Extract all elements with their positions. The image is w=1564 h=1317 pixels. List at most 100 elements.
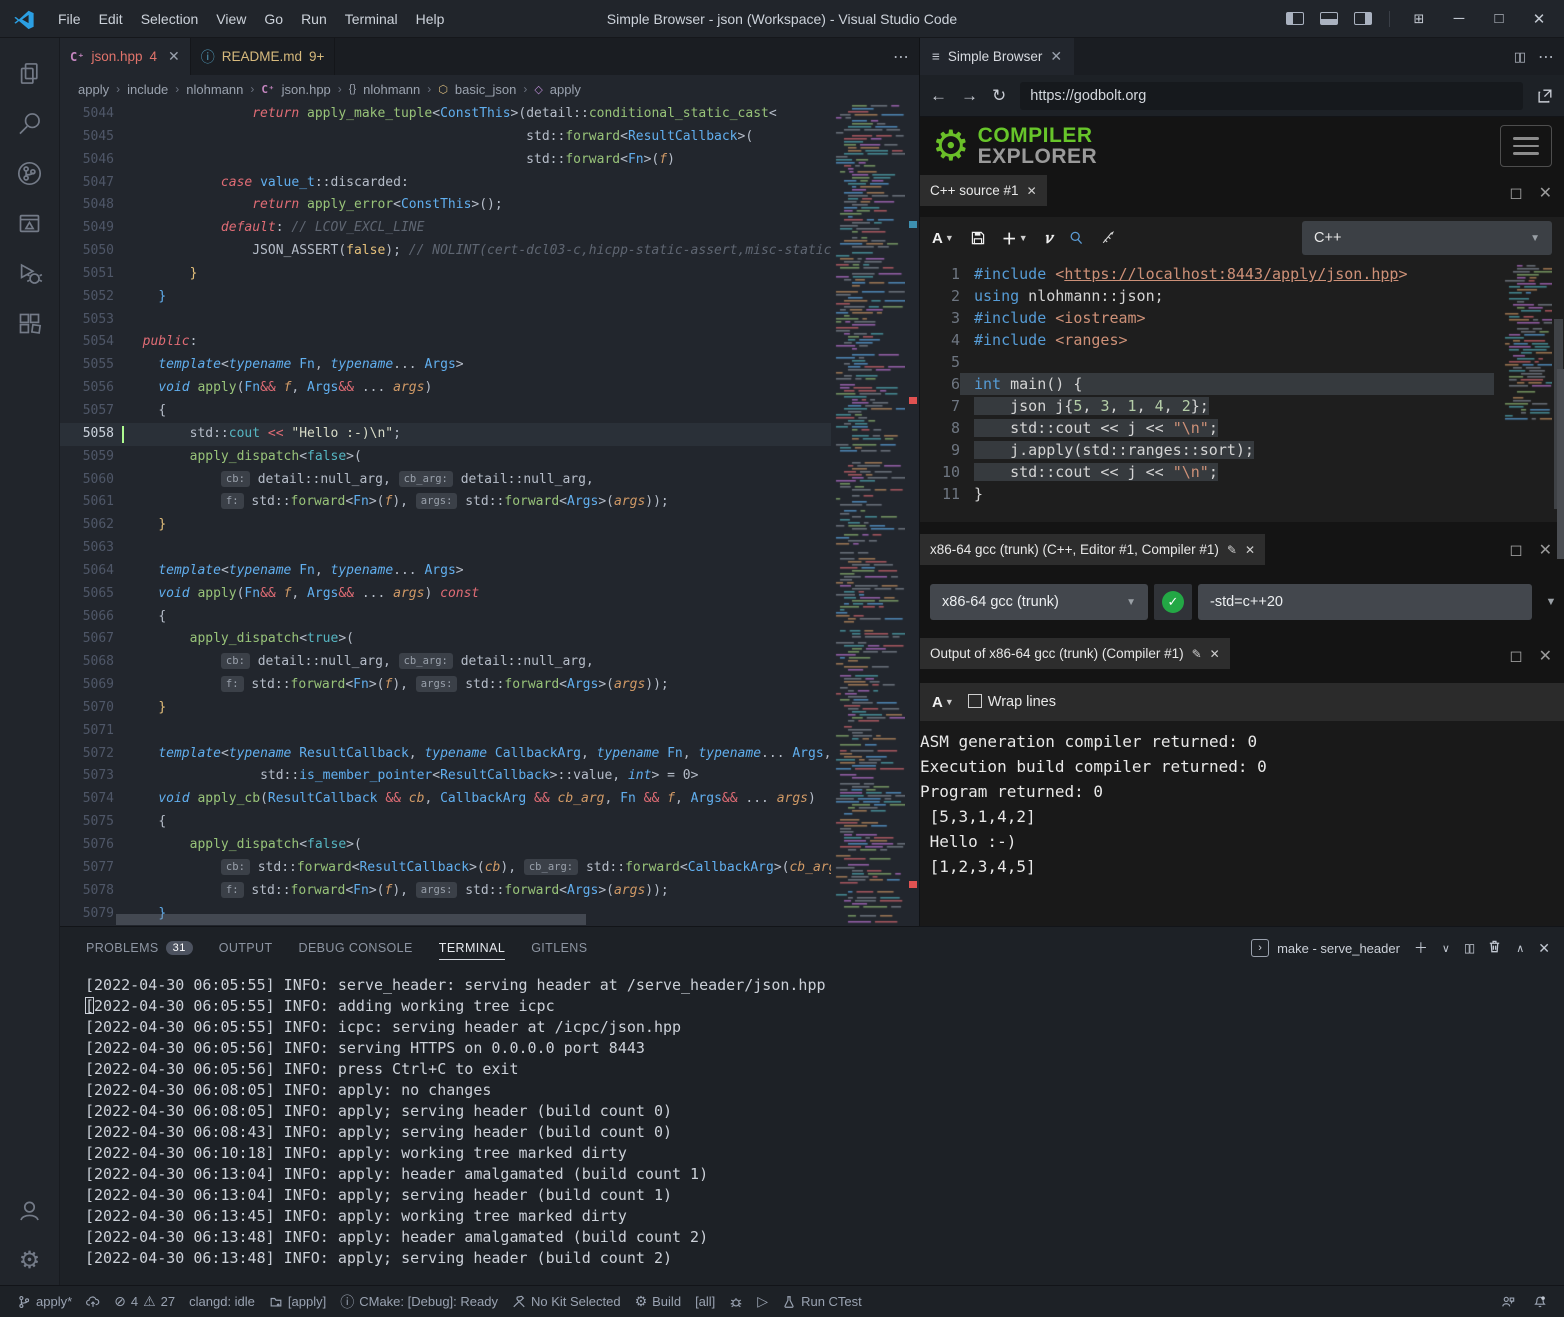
minimap[interactable]	[833, 103, 905, 925]
cmake-project-item[interactable]: [apply]	[262, 1286, 333, 1317]
godbolt-source-editor[interactable]: 1#include <https://localhost:8443/apply/…	[920, 259, 1564, 522]
code-line[interactable]: 5044 return apply_make_tuple<ConstThis>(…	[60, 103, 831, 126]
terminal-output[interactable]: [2022-04-30 06:05:55] INFO: serve_header…	[60, 969, 1564, 1285]
clangd-status[interactable]: clangd: idle	[182, 1286, 262, 1317]
toggle-secondary-sidebar-icon[interactable]	[1354, 12, 1372, 25]
compiler-pane-tab[interactable]: x86-64 gcc (trunk) (C++, Editor #1, Comp…	[920, 534, 1265, 565]
code-line[interactable]: 5062 }	[60, 514, 831, 537]
reload-icon[interactable]: ↻	[992, 86, 1006, 106]
rename-pane-icon[interactable]: ✎	[1192, 647, 1202, 661]
code-line[interactable]: 5	[920, 351, 1494, 373]
minimize-icon[interactable]: ─	[1442, 4, 1476, 34]
code-line[interactable]: 5063	[60, 537, 831, 560]
panel-triangle-icon[interactable]	[6, 198, 54, 248]
search-code-icon[interactable]	[1068, 230, 1084, 246]
tab-readme-md[interactable]: ⓘ README.md 9+	[191, 38, 336, 75]
ctest-item[interactable]: Run CTest	[775, 1286, 869, 1317]
font-size-icon[interactable]: A▼	[932, 694, 954, 711]
code-line[interactable]: 5049 default: // LCOV_EXCL_LINE	[60, 217, 831, 240]
tab-debug-console[interactable]: DEBUG CONSOLE	[289, 927, 423, 969]
code-line[interactable]: 8 std::cout << j << "\n";	[920, 417, 1494, 439]
close-pane-icon[interactable]: ✕	[1539, 646, 1552, 666]
extensions-icon[interactable]	[6, 298, 54, 348]
terminal-dropdown-icon[interactable]: ∨	[1442, 942, 1450, 955]
breadcrumb-item[interactable]: apply	[78, 82, 109, 97]
menu-go[interactable]: Go	[255, 0, 292, 38]
close-pane-icon[interactable]: ✕	[1027, 184, 1037, 198]
source-pane-tab[interactable]: C++ source #1 ✕	[920, 175, 1047, 206]
code-line[interactable]: 5069 f: std::forward<Fn>(f), args: std::…	[60, 674, 831, 697]
code-line[interactable]: 2using nlohmann::json;	[920, 285, 1494, 307]
code-line[interactable]: 5061 f: std::forward<Fn>(f), args: std::…	[60, 491, 831, 514]
editor-actions-more-icon[interactable]: ⋯	[893, 47, 909, 67]
tab-problems[interactable]: PROBLEMS31	[76, 927, 203, 969]
code-line[interactable]: 5065 void apply(Fn&& f, Args&& ... args)…	[60, 583, 831, 606]
maximize-pane-icon[interactable]: ◻	[1509, 540, 1522, 560]
close-pane-icon[interactable]: ✕	[1245, 543, 1255, 557]
terminal-instance[interactable]: › make - serve_header	[1251, 939, 1400, 957]
maximize-panel-icon[interactable]: ∧	[1516, 942, 1524, 955]
code-line[interactable]: 1#include <https://localhost:8443/apply/…	[920, 263, 1494, 285]
customize-layout-icon[interactable]: ⊞	[1402, 4, 1436, 34]
options-dropdown-icon[interactable]: ▼	[1538, 596, 1564, 608]
tab-terminal[interactable]: TERMINAL	[429, 927, 515, 969]
breadcrumb-item[interactable]: basic_json	[455, 82, 516, 97]
code-line[interactable]: 5064 template<typename Fn, typename... A…	[60, 560, 831, 583]
toggle-sidebar-icon[interactable]	[1286, 12, 1304, 25]
maximize-icon[interactable]: □	[1482, 4, 1516, 34]
run-debug-icon[interactable]	[6, 248, 54, 298]
publish-item[interactable]	[79, 1286, 107, 1317]
forward-icon[interactable]: →	[961, 86, 978, 106]
breadcrumb-item[interactable]: nlohmann	[186, 82, 243, 97]
code-line[interactable]: 5050 JSON_ASSERT(false); // NOLINT(cert-…	[60, 240, 831, 263]
code-line[interactable]: 5074 void apply_cb(ResultCallback && cb,…	[60, 788, 831, 811]
menu-selection[interactable]: Selection	[132, 0, 208, 38]
menu-run[interactable]: Run	[292, 0, 336, 38]
breadcrumb-item[interactable]: include	[127, 82, 168, 97]
code-line[interactable]: 6int main() {	[920, 373, 1494, 395]
git-branch-item[interactable]: apply*	[10, 1286, 79, 1317]
compiler-options-input[interactable]: -std=c++20	[1198, 584, 1532, 620]
code-line[interactable]: 5075 {	[60, 811, 831, 834]
build-target-item[interactable]: [all]	[688, 1286, 722, 1317]
tab-output[interactable]: OUTPUT	[209, 927, 283, 969]
back-icon[interactable]: ←	[930, 86, 947, 106]
vim-mode-icon[interactable]: 𝑣	[1044, 229, 1052, 247]
code-line[interactable]: 5054 public:	[60, 331, 831, 354]
settings-gear-icon[interactable]: ⚙	[6, 1235, 54, 1285]
close-pane-icon[interactable]: ✕	[1539, 183, 1552, 203]
debug-item[interactable]	[722, 1286, 750, 1317]
code-line[interactable]: 5060 cb: detail::null_arg, cb_arg: detai…	[60, 469, 831, 492]
close-tab-icon[interactable]: ✕	[1050, 48, 1062, 65]
breadcrumb-item[interactable]: apply	[550, 82, 581, 97]
code-line[interactable]: 3#include <iostream>	[920, 307, 1494, 329]
maximize-pane-icon[interactable]: ◻	[1509, 183, 1522, 203]
breadcrumb-item[interactable]: json.hpp	[282, 82, 331, 97]
close-pane-icon[interactable]: ✕	[1210, 647, 1220, 661]
code-line[interactable]: 5051 }	[60, 263, 831, 286]
hamburger-menu-icon[interactable]	[1500, 125, 1552, 167]
close-tab-icon[interactable]: ✕	[168, 48, 180, 65]
font-size-icon[interactable]: A▼	[932, 230, 954, 247]
menu-edit[interactable]: Edit	[90, 0, 132, 38]
tab-json-hpp[interactable]: C⁺ json.hpp 4 ✕	[60, 38, 191, 75]
code-line[interactable]: 5059 apply_dispatch<false>(	[60, 446, 831, 469]
code-line[interactable]: 7 json j{5, 3, 1, 4, 2};	[920, 395, 1494, 417]
tab-simple-browser[interactable]: ≡ Simple Browser ✕	[920, 38, 1074, 75]
add-pane-icon[interactable]: ＋▼	[1002, 228, 1028, 249]
code-line[interactable]: 4#include <ranges>	[920, 329, 1494, 351]
tool-icon[interactable]	[1100, 230, 1116, 246]
split-editor-icon[interactable]: ▯▯	[1514, 49, 1524, 65]
more-actions-icon[interactable]: ⋯	[1538, 47, 1554, 67]
rename-pane-icon[interactable]: ✎	[1227, 543, 1237, 557]
code-line[interactable]: 5055 template<typename Fn, typename... A…	[60, 354, 831, 377]
notifications-item[interactable]	[1526, 1295, 1554, 1309]
code-line[interactable]: 11}	[920, 483, 1494, 505]
code-line[interactable]: 5047 case value_t::discarded:	[60, 172, 831, 195]
code-line[interactable]: 5053	[60, 309, 831, 332]
code-editor[interactable]: 5044 return apply_make_tuple<ConstThis>(…	[60, 103, 919, 926]
code-line[interactable]: 5045 std::forward<ResultCallback>(	[60, 126, 831, 149]
tab-gitlens[interactable]: GITLENS	[521, 927, 597, 969]
code-line[interactable]: 5072 template<typename ResultCallback, t…	[60, 743, 831, 766]
new-terminal-icon[interactable]: ＋	[1414, 938, 1428, 958]
